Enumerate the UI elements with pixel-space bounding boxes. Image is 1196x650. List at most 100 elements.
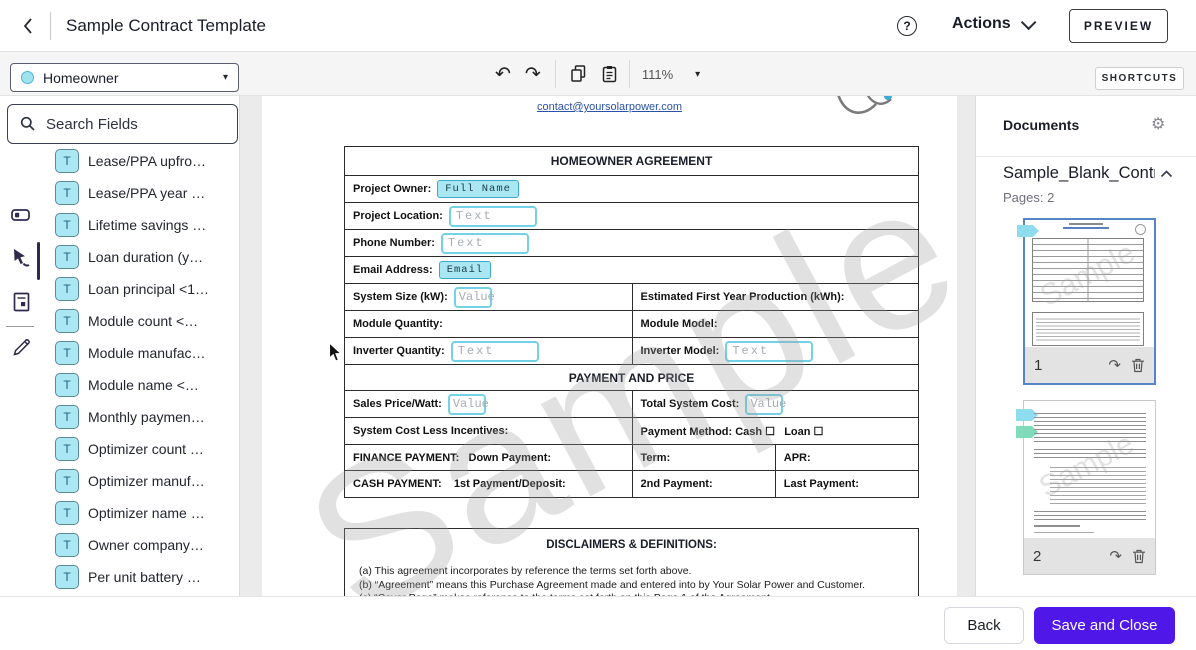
actions-label: Actions — [952, 15, 1011, 33]
actions-menu[interactable]: Actions — [952, 15, 1032, 33]
value-field-input[interactable]: Value — [454, 287, 492, 308]
help-icon[interactable]: ? — [897, 16, 917, 36]
recipient-select[interactable]: Homeowner ▾ — [10, 63, 239, 92]
rotate-page-icon[interactable]: ↷ — [1108, 358, 1121, 373]
field-label: Lease/PPA upfro… — [88, 153, 206, 169]
row-label: System Size (kW): — [353, 291, 448, 303]
thumb-signature-line — [1034, 532, 1094, 533]
field-label: Lease/PPA year … — [88, 185, 205, 201]
row-label: 2nd Payment: — [641, 478, 713, 490]
preview-button[interactable]: PREVIEW — [1069, 9, 1168, 43]
back-button[interactable]: Back — [944, 607, 1024, 644]
text-field-icon: T — [55, 533, 79, 557]
row-label: Phone Number: — [353, 237, 435, 249]
text-field-icon: T — [55, 181, 79, 205]
redo-icon[interactable]: ↷ — [525, 65, 541, 84]
chevron-up-icon[interactable] — [1160, 170, 1173, 178]
trash-icon[interactable] — [1131, 358, 1145, 373]
field-item[interactable]: TOptimizer name … — [44, 499, 240, 527]
text-field-input[interactable]: Text — [725, 341, 813, 362]
text-field-input[interactable]: Text — [449, 206, 537, 227]
field-label: Module manufac… — [88, 345, 206, 361]
disclaimers-table: DISCLAIMERS & DEFINITIONS: (a) This agre… — [344, 528, 919, 596]
thumbnail-toolbar: 1 ↷ — [1025, 347, 1154, 383]
zoom-level[interactable]: 111% — [642, 67, 673, 82]
thumb-paragraph — [1034, 511, 1146, 521]
page-title: Sample Contract Template — [66, 16, 266, 36]
text-field-icon: T — [55, 565, 79, 589]
toolbar-separator — [629, 60, 630, 88]
field-label: Module count <… — [88, 313, 198, 329]
page-thumbnail-1[interactable]: Sample 1 ↷ — [1023, 218, 1156, 385]
field-item[interactable]: TModule manufac… — [44, 339, 240, 367]
disclaimers-title: DISCLAIMERS & DEFINITIONS: — [345, 529, 918, 551]
disclaimer-item: (b) “Agreement” means this Purchase Agre… — [359, 579, 904, 592]
disclaimer-item: (a) This agreement incorporates by refer… — [359, 565, 904, 578]
toolbar-separator — [555, 60, 556, 88]
pencil-icon[interactable] — [10, 336, 32, 358]
documents-panel-title: Documents — [1003, 117, 1079, 133]
row-label: Project Location: — [353, 210, 443, 222]
page-number: 2 — [1033, 548, 1099, 565]
full-name-field-chip[interactable]: Full Name — [437, 180, 519, 198]
field-item[interactable]: TOwner company… — [44, 531, 240, 559]
disclaimers-list: (a) This agreement incorporates by refer… — [345, 551, 918, 596]
email-field-chip[interactable]: Email — [439, 261, 492, 279]
cursor-wrench-icon[interactable] — [10, 247, 32, 269]
document-file-name[interactable]: Sample_Blank_Contr — [1003, 164, 1155, 183]
page-thumbnail-2[interactable]: Sample 2 ↷ — [1023, 400, 1156, 575]
row-label: CASH PAYMENT: 1st Payment/Deposit: — [353, 478, 566, 490]
company-logo — [830, 96, 896, 122]
search-input[interactable] — [46, 116, 240, 133]
page-fields-icon[interactable] — [10, 291, 32, 313]
top-header: Sample Contract Template ? Actions PREVI… — [0, 0, 1196, 52]
recipient-label: Homeowner — [43, 70, 214, 86]
template-editor-app: Sample Contract Template ? Actions PREVI… — [0, 0, 1196, 650]
page-number: 1 — [1034, 357, 1098, 374]
field-input-icon[interactable] — [10, 204, 32, 226]
row-label: FINANCE PAYMENT: Down Payment: — [353, 452, 551, 464]
pages-count: Pages: 2 — [1003, 190, 1054, 205]
field-item[interactable]: T Lease/PPA year … — [44, 179, 240, 207]
field-item[interactable]: TLifetime savings … — [44, 211, 240, 239]
trash-icon[interactable] — [1132, 549, 1146, 564]
field-item[interactable]: TOptimizer count … — [44, 435, 240, 463]
undo-icon[interactable]: ↶ — [495, 65, 511, 84]
field-item[interactable]: TMonthly paymen… — [44, 403, 240, 431]
field-item[interactable]: TPer unit battery … — [44, 563, 240, 591]
thumb-disclaimers — [1032, 312, 1144, 346]
value-field-input[interactable]: Value — [448, 394, 486, 415]
documents-panel: Documents ⚙ Sample_Blank_Contr Pages: 2 … — [975, 96, 1196, 596]
text-field-input[interactable]: Text — [451, 341, 539, 362]
save-and-close-button[interactable]: Save and Close — [1034, 607, 1175, 644]
gear-icon[interactable]: ⚙ — [1151, 114, 1165, 134]
row-label: Term: — [641, 452, 671, 464]
header-divider — [50, 12, 51, 40]
row-label: System Cost Less Incentives: — [353, 425, 508, 437]
text-field-icon: T — [55, 469, 79, 493]
value-field-input[interactable]: Value — [745, 394, 783, 415]
field-list: TLease/PPA upfro… TLease/PPA year … TLif… — [44, 144, 240, 596]
field-item[interactable]: TLease/PPA upfro… — [44, 147, 240, 175]
thumb-header-line — [1069, 223, 1103, 225]
field-item[interactable]: TOptimizer manuf… — [44, 467, 240, 495]
text-field-icon: T — [55, 405, 79, 429]
field-item[interactable]: TModule name <… — [44, 371, 240, 399]
field-item[interactable]: TLoan duration (y… — [44, 243, 240, 271]
zoom-caret-down-icon[interactable]: ▾ — [695, 69, 700, 80]
field-item[interactable]: TLoan principal <1… — [44, 275, 240, 303]
shortcuts-button[interactable]: SHORTCUTS — [1095, 67, 1184, 90]
fields-sidebar: ✕ TLease/PPA upfro… TLease/PPA year … TL… — [0, 96, 240, 596]
field-item[interactable]: TModule count <… — [44, 307, 240, 335]
text-field-icon: T — [55, 437, 79, 461]
row-label: Module Model: — [641, 318, 718, 330]
text-field-input[interactable]: Text — [441, 233, 529, 254]
copy-icon[interactable] — [570, 65, 587, 83]
paste-icon[interactable] — [602, 65, 617, 83]
field-label: Loan principal <1… — [88, 281, 209, 297]
field-tag — [1017, 225, 1039, 237]
back-chevron-icon[interactable] — [14, 12, 42, 40]
row-label: Module Quantity: — [353, 318, 443, 330]
rotate-page-icon[interactable]: ↷ — [1109, 549, 1122, 564]
section-title: PAYMENT AND PRICE — [345, 364, 918, 390]
